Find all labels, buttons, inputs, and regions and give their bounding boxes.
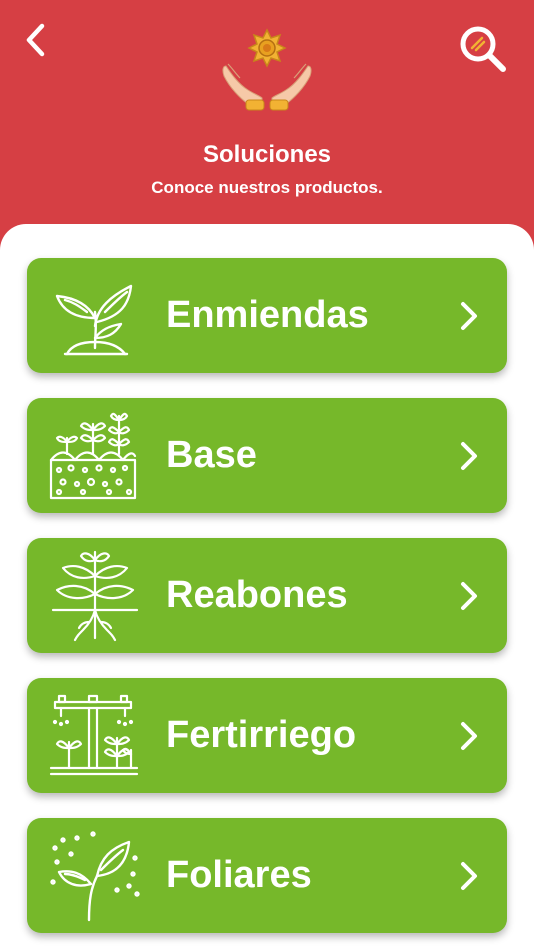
hands-holding-sun-icon xyxy=(222,28,312,111)
chevron-right-icon xyxy=(461,722,477,750)
chevron-right-icon xyxy=(461,302,477,330)
irrigation-icon xyxy=(49,694,139,776)
solution-card-enmiendas[interactable]: Enmiendas xyxy=(27,258,507,373)
search-button[interactable] xyxy=(458,24,510,76)
solution-card-base[interactable]: Base xyxy=(27,398,507,513)
chevron-right-icon xyxy=(461,862,477,890)
solution-label: Enmiendas xyxy=(166,294,369,336)
page-title: Soluciones xyxy=(202,141,332,168)
chevron-left-icon xyxy=(26,23,45,57)
solution-label: Foliares xyxy=(166,854,312,896)
sprout-icon xyxy=(55,284,133,356)
page-subtitle: Conoce nuestros productos. xyxy=(151,178,383,197)
solutions-list: Enmiendas Base Reabones Fertirriego Foli… xyxy=(0,224,534,950)
solution-label: Fertirriego xyxy=(166,714,357,756)
chevron-right-icon xyxy=(461,442,477,470)
solution-label: Base xyxy=(166,434,257,476)
leaf-spray-icon xyxy=(50,831,140,922)
seedbed-icon xyxy=(49,412,137,500)
search-icon xyxy=(460,26,506,72)
chevron-right-icon xyxy=(461,582,477,610)
rooted-plant-icon xyxy=(51,550,139,642)
header: Soluciones Conoce nuestros productos. xyxy=(0,0,534,250)
solution-card-reabones[interactable]: Reabones xyxy=(27,538,507,653)
solution-card-fertirriego[interactable]: Fertirriego xyxy=(27,678,507,793)
back-button[interactable] xyxy=(18,22,54,58)
solution-card-foliares[interactable]: Foliares xyxy=(27,818,507,933)
solution-label: Reabones xyxy=(166,574,348,616)
